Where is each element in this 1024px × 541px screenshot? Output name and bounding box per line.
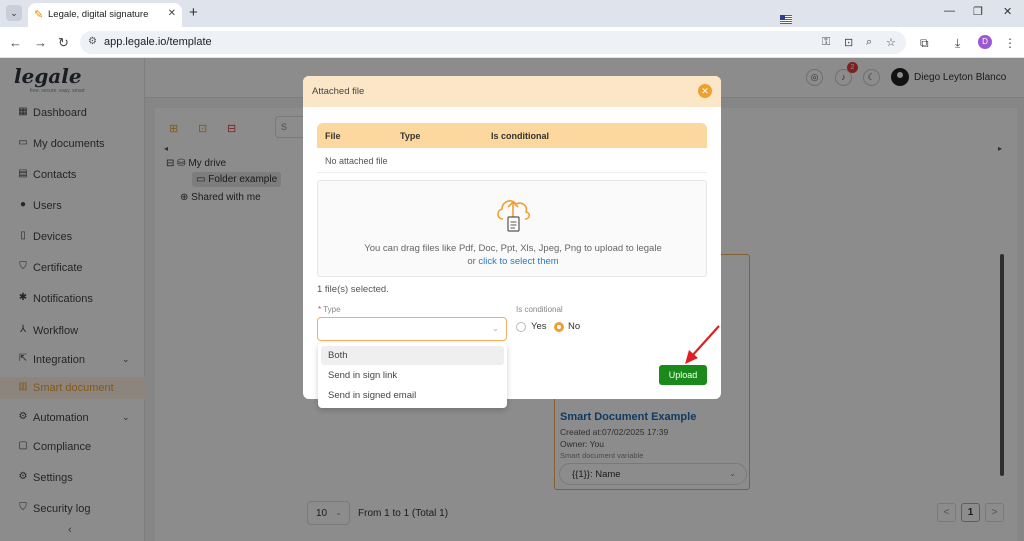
tab-close-icon[interactable]: ✕ [168, 8, 176, 19]
modal-header: Attached file ✕ [303, 76, 721, 107]
profile-avatar[interactable]: D [978, 35, 992, 49]
annotation-arrow-icon [685, 325, 720, 364]
upload-button[interactable]: Upload [659, 365, 707, 385]
minimize-icon[interactable]: — [944, 5, 955, 17]
password-key-icon[interactable]: ⚿ [822, 36, 830, 49]
type-option-send-in-signed-email[interactable]: Send in signed email [321, 386, 504, 405]
window-close-icon[interactable]: ✕ [1003, 5, 1012, 18]
browser-tab-bar: ⌄ ✎ Legale, digital signature ✕ + — ❐ ✕ [0, 0, 1024, 27]
table-header: File Type Is conditional [317, 123, 707, 148]
select-files-link[interactable]: click to select them [478, 256, 558, 267]
new-tab-icon[interactable]: + [189, 4, 198, 21]
restore-icon[interactable]: ❐ [973, 5, 983, 18]
type-option-both[interactable]: Both [321, 346, 504, 365]
radio-yes-label[interactable]: Yes [531, 321, 547, 332]
browser-menu-icon[interactable]: ⋮ [1004, 36, 1016, 50]
type-label: * Type [318, 305, 341, 314]
files-selected-text: 1 file(s) selected. [317, 284, 389, 295]
reload-icon[interactable]: ↻ [58, 35, 69, 51]
forward-icon[interactable]: → [34, 35, 47, 50]
downloads-icon[interactable]: ⤓ [955, 36, 960, 51]
tab-title: Legale, digital signature [48, 9, 149, 20]
tab-search-icon[interactable]: ⌄ [6, 5, 22, 21]
type-dropdown-menu: Both Send in sign link Send in signed em… [318, 343, 507, 408]
modal-title: Attached file [312, 86, 365, 97]
bookmark-star-icon[interactable]: ☆ [886, 36, 896, 49]
required-mark: * [318, 305, 322, 314]
site-settings-icon[interactable]: ⚙ [88, 36, 97, 47]
type-select[interactable]: ⌄ [317, 317, 507, 341]
dropzone-text: You can drag files like Pdf, Doc, Ppt, X… [364, 243, 662, 254]
zoom-icon[interactable]: ⌕ [866, 36, 872, 49]
us-flag-icon[interactable] [780, 15, 792, 24]
extensions-icon[interactable]: ⧉ [920, 36, 929, 51]
type-option-send-in-sign-link[interactable]: Send in sign link [321, 366, 504, 385]
back-icon[interactable]: ← [9, 35, 22, 50]
radio-yes[interactable] [516, 322, 526, 332]
radio-no-label[interactable]: No [568, 321, 580, 332]
file-dropzone[interactable]: You can drag files like Pdf, Doc, Ppt, X… [317, 180, 707, 277]
column-type: Type [400, 131, 421, 141]
url-input[interactable]: ⚙ app.legale.io/template ⚿ ⊡ ⌕ ☆ [80, 31, 906, 54]
address-bar: ← → ↻ ⚙ app.legale.io/template ⚿ ⊡ ⌕ ☆ ⧉… [0, 27, 1024, 58]
attached-file-table: File Type Is conditional No attached fil… [317, 123, 707, 173]
modal-close-icon[interactable]: ✕ [698, 84, 712, 98]
table-row: No attached file [317, 148, 707, 173]
is-conditional-label: Is conditional [516, 305, 563, 314]
column-file: File [325, 131, 341, 141]
install-app-icon[interactable]: ⊡ [844, 36, 853, 49]
column-is-conditional: Is conditional [491, 131, 550, 141]
legale-favicon-icon: ✎ [34, 9, 44, 21]
cloud-upload-icon [497, 200, 531, 232]
browser-tab[interactable]: ✎ Legale, digital signature ✕ [28, 3, 182, 27]
empty-table-text: No attached file [325, 156, 388, 166]
radio-no[interactable] [554, 322, 564, 332]
dropzone-or-line: or click to select them [467, 256, 559, 267]
url-text: app.legale.io/template [104, 36, 212, 48]
chevron-down-icon: ⌄ [492, 324, 499, 333]
